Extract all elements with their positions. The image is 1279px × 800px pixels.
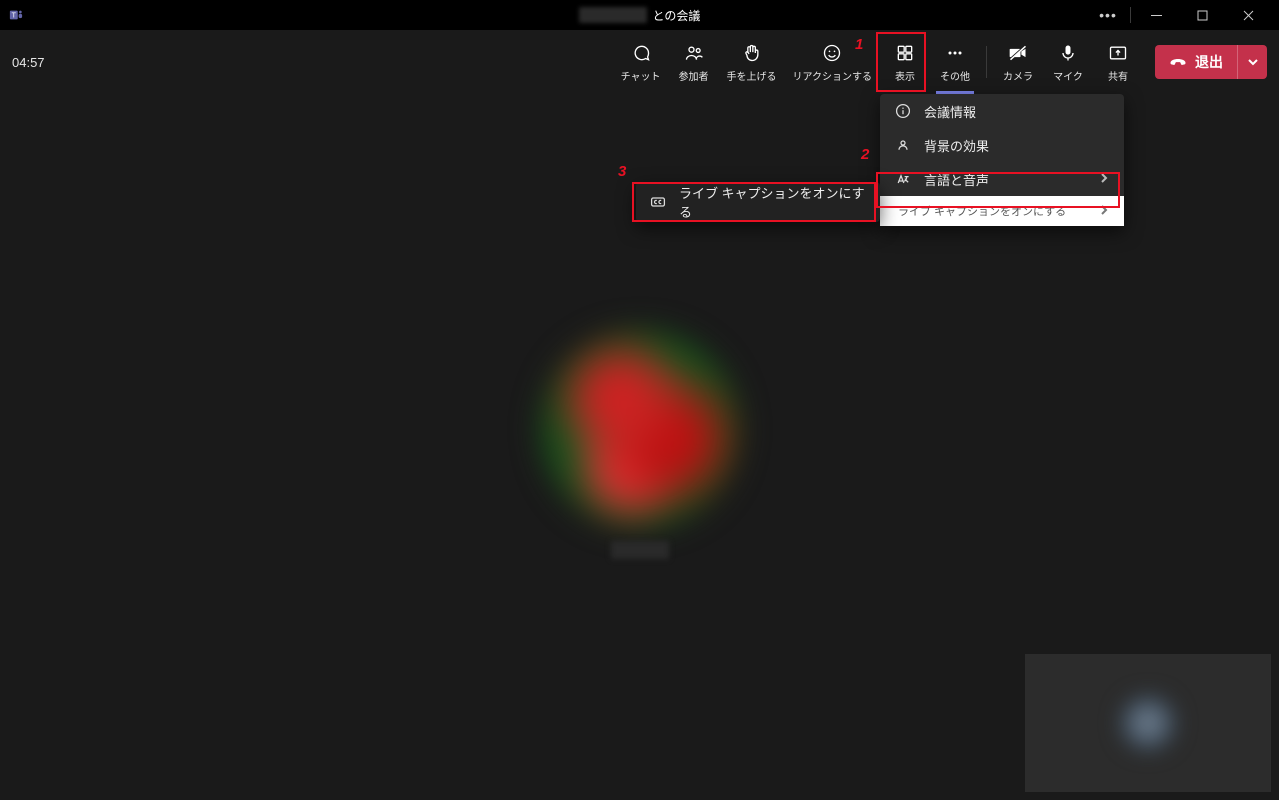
- window-title-suffix: との会議: [653, 7, 701, 24]
- leave-label: 退出: [1195, 52, 1223, 72]
- self-view[interactable]: [1025, 654, 1271, 792]
- menu-live-caption-tooltip-label: ライブ キャプションをオンにする: [894, 201, 1070, 221]
- cc-icon: [650, 194, 667, 210]
- divider: [1130, 7, 1131, 23]
- window-maximize-button[interactable]: [1179, 0, 1225, 30]
- toolbar-controls: チャット 参加者 手を上げる リアクションする 表示 その他 カメラ: [613, 30, 1267, 94]
- meeting-toolbar: 04:57 チャット 参加者 手を上げる リアクションする 表示 その他: [0, 30, 1279, 94]
- menu-language-speech[interactable]: 言語と音声: [880, 162, 1124, 196]
- teams-app-icon: T: [8, 7, 24, 23]
- step-3: 3: [618, 163, 626, 180]
- svg-text:T: T: [12, 13, 17, 20]
- view-button[interactable]: 表示: [880, 30, 930, 94]
- info-icon: [894, 103, 912, 119]
- menu-meeting-info[interactable]: 会議情報: [880, 94, 1124, 128]
- menu-background-effects[interactable]: 背景の効果: [880, 128, 1124, 162]
- submenu-live-caption-label: ライブ キャプションをオンにする: [679, 183, 866, 221]
- titlebar-more-icon[interactable]: •••: [1088, 7, 1128, 23]
- step-1: 1: [855, 36, 863, 53]
- grid-icon: [895, 42, 915, 64]
- participants-label: 参加者: [679, 68, 709, 83]
- menu-background-effects-label: 背景の効果: [924, 136, 989, 155]
- more-button[interactable]: その他: [930, 30, 980, 94]
- chevron-right-icon: [1098, 172, 1110, 187]
- view-label: 表示: [895, 68, 915, 83]
- toolbar-divider: [986, 46, 987, 78]
- raise-hand-label: 手を上げる: [727, 68, 777, 83]
- participant-tile: [540, 329, 740, 559]
- more-icon: [945, 42, 965, 64]
- chat-button[interactable]: チャット: [613, 30, 669, 94]
- more-label: その他: [940, 68, 970, 83]
- raise-hand-button[interactable]: 手を上げる: [719, 30, 785, 94]
- participant-name-blurred: [579, 7, 647, 23]
- hangup-icon: [1169, 53, 1187, 71]
- react-label: リアクションする: [793, 68, 873, 83]
- window-close-button[interactable]: [1225, 0, 1271, 30]
- meeting-timer: 04:57: [12, 55, 45, 70]
- emoji-icon: [822, 42, 842, 64]
- language-submenu: ライブ キャプションをオンにする: [636, 182, 880, 222]
- mic-icon: [1058, 42, 1078, 64]
- chat-icon: [631, 42, 651, 64]
- camera-off-icon: [1008, 42, 1028, 64]
- share-label: 共有: [1108, 68, 1128, 83]
- menu-live-caption-tooltip-row[interactable]: ライブ キャプションをオンにする: [880, 196, 1124, 226]
- window-minimize-button[interactable]: [1133, 0, 1179, 30]
- camera-label: カメラ: [1003, 68, 1033, 83]
- people-icon: [684, 42, 704, 64]
- chevron-right-icon: [1098, 204, 1110, 219]
- chat-label: チャット: [621, 68, 661, 83]
- raise-hand-icon: [742, 42, 762, 64]
- window-title: との会議: [579, 7, 701, 24]
- participant-name-blurred: [611, 541, 669, 559]
- window-controls: •••: [1088, 0, 1271, 30]
- step-2: 2: [861, 146, 869, 163]
- share-icon: [1108, 42, 1128, 64]
- menu-language-speech-label: 言語と音声: [924, 170, 989, 189]
- background-effects-icon: [894, 137, 912, 153]
- mic-button[interactable]: マイク: [1043, 30, 1093, 94]
- leave-button-group: 退出: [1155, 45, 1267, 79]
- participant-avatar-blurred: [540, 329, 740, 529]
- menu-meeting-info-label: 会議情報: [924, 102, 976, 121]
- self-avatar-blurred: [1120, 695, 1176, 751]
- leave-button[interactable]: 退出: [1155, 45, 1237, 79]
- submenu-live-caption[interactable]: ライブ キャプションをオンにする: [636, 182, 880, 222]
- participants-button[interactable]: 参加者: [669, 30, 719, 94]
- more-menu: 会議情報 背景の効果 言語と音声 ライブ キャプションをオンにする: [880, 94, 1124, 226]
- camera-button[interactable]: カメラ: [993, 30, 1043, 94]
- mic-label: マイク: [1053, 68, 1083, 83]
- react-button[interactable]: リアクションする: [785, 30, 881, 94]
- language-icon: [894, 171, 912, 187]
- leave-dropdown-button[interactable]: [1237, 45, 1267, 79]
- chevron-down-icon: [1247, 56, 1259, 68]
- window-title-bar: T との会議 •••: [0, 0, 1279, 30]
- share-button[interactable]: 共有: [1093, 30, 1143, 94]
